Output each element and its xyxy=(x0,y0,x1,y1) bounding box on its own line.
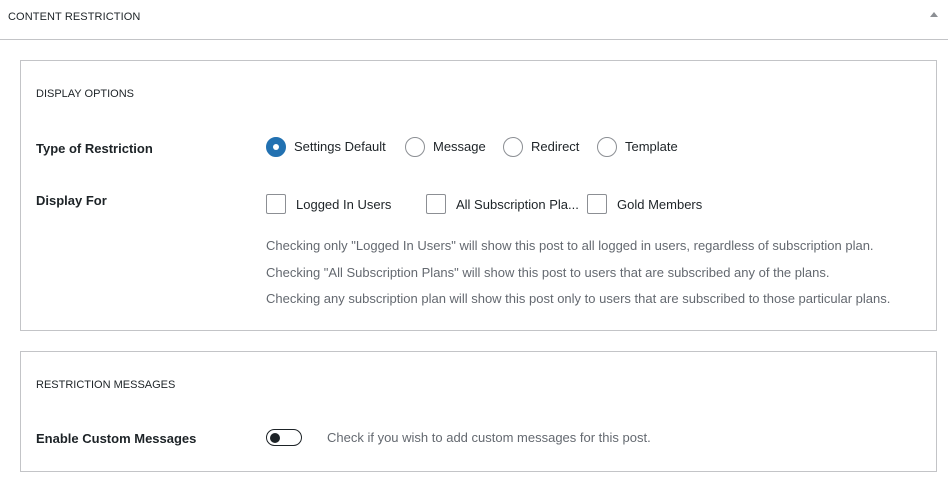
radio-unselected-icon[interactable] xyxy=(597,137,617,157)
radio-label: Template xyxy=(625,139,678,154)
triangle-up-icon[interactable] xyxy=(930,12,938,17)
checkbox[interactable] xyxy=(587,194,607,214)
checkbox[interactable] xyxy=(426,194,446,214)
checkbox-label: Gold Members xyxy=(617,197,703,212)
restriction-messages-heading: RESTRICTION MESSAGES xyxy=(36,379,176,391)
display-for-help-text: Checking any subscription plan will show… xyxy=(266,291,891,306)
custom-messages-description: Check if you wish to add custom messages… xyxy=(327,430,651,445)
metabox-title: CONTENT RESTRICTION xyxy=(8,11,141,23)
radio-selected-icon[interactable] xyxy=(266,137,286,157)
restriction-messages-panel: RESTRICTION MESSAGES Enable Custom Messa… xyxy=(20,351,937,472)
radio-label: Message xyxy=(433,139,486,154)
type-of-restriction-label: Type of Restriction xyxy=(36,141,153,156)
checkbox-label: Logged In Users xyxy=(296,197,392,212)
radio-label: Settings Default xyxy=(294,139,386,154)
toggle-knob xyxy=(270,432,280,443)
radio-unselected-icon[interactable] xyxy=(503,137,523,157)
custom-messages-toggle[interactable] xyxy=(266,429,302,446)
radio-unselected-icon[interactable] xyxy=(405,137,425,157)
display-for-help-text: Checking only "Logged In Users" will sho… xyxy=(266,238,874,253)
display-options-panel: DISPLAY OPTIONS Type of Restriction Sett… xyxy=(20,60,937,331)
display-for-help-text: Checking "All Subscription Plans" will s… xyxy=(266,265,830,280)
radio-label: Redirect xyxy=(531,139,580,154)
enable-custom-messages-label: Enable Custom Messages xyxy=(36,431,197,446)
content-restriction-header[interactable]: CONTENT RESTRICTION xyxy=(0,0,948,40)
display-for-label: Display For xyxy=(36,193,107,208)
checkbox[interactable] xyxy=(266,194,286,214)
checkbox-label: All Subscription Pla... xyxy=(456,197,579,212)
display-options-heading: DISPLAY OPTIONS xyxy=(36,88,135,100)
